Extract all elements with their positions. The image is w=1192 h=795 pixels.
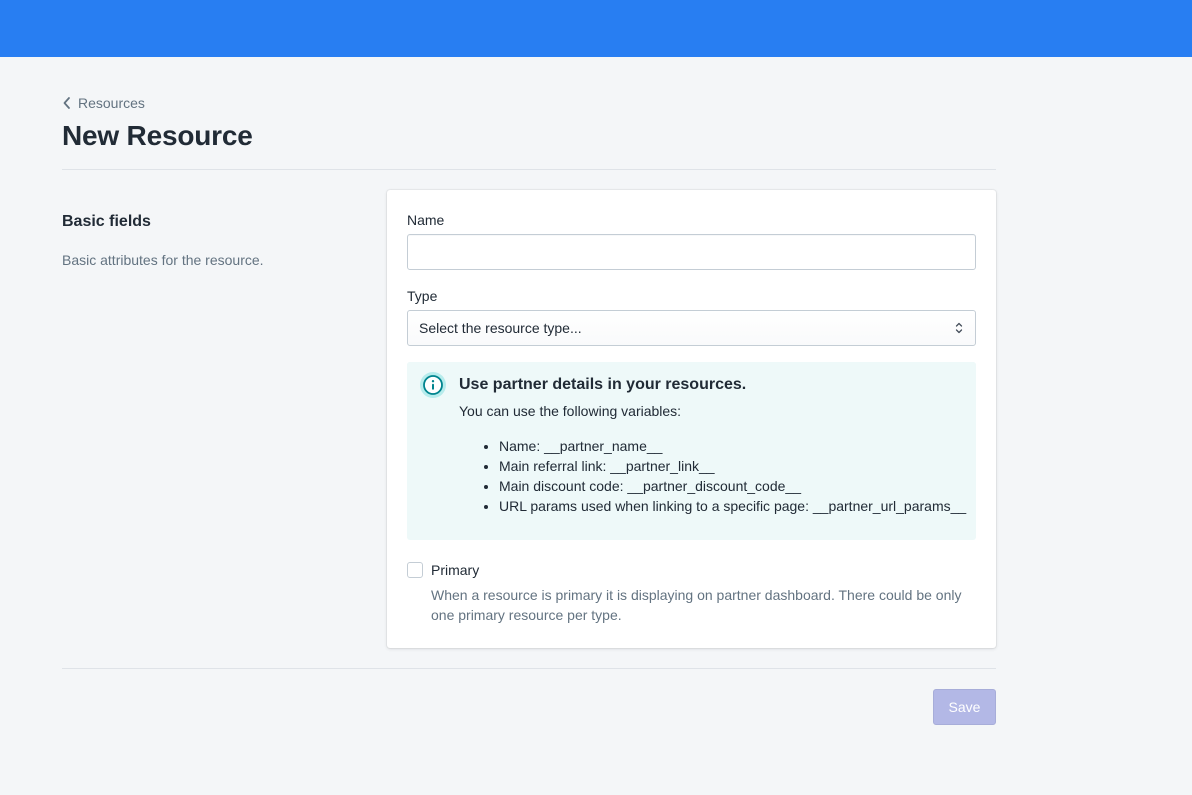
name-label: Name — [407, 212, 445, 228]
type-label: Type — [407, 288, 438, 304]
save-button[interactable]: Save — [933, 689, 996, 725]
section-title: Basic fields — [62, 213, 151, 230]
primary-label[interactable]: Primary — [431, 562, 479, 578]
page-title: New Resource — [62, 120, 253, 151]
list-item: Name: __partner_name__ — [499, 436, 966, 456]
list-item: Main discount code: __partner_discount_c… — [499, 476, 966, 496]
banner-title: Use partner details in your resources. — [459, 376, 747, 393]
info-banner: Use partner details in your resources. Y… — [407, 362, 976, 540]
name-input[interactable] — [407, 234, 976, 270]
section-description: Basic attributes for the resource. — [62, 252, 264, 268]
type-select[interactable]: Select the resource type... — [407, 310, 976, 346]
primary-checkbox[interactable] — [407, 562, 423, 578]
variables-list: Name: __partner_name__ Main referral lin… — [499, 436, 966, 516]
select-arrows-icon — [955, 322, 963, 334]
primary-help-text: When a resource is primary it is display… — [431, 587, 962, 623]
basic-fields-card: Name Type Select the resource type... Us… — [387, 190, 996, 648]
list-item: Main referral link: __partner_link__ — [499, 456, 966, 476]
top-bar — [0, 0, 1192, 57]
list-item: URL params used when linking to a specif… — [499, 496, 966, 516]
header-divider — [62, 169, 996, 170]
chevron-left-icon — [63, 97, 70, 109]
type-select-value: Select the resource type... — [419, 320, 582, 336]
banner-text: You can use the following variables: — [459, 403, 682, 419]
breadcrumb[interactable]: Resources — [62, 94, 145, 112]
info-icon — [420, 372, 446, 398]
breadcrumb-label[interactable]: Resources — [78, 95, 145, 111]
footer-divider — [62, 668, 996, 669]
